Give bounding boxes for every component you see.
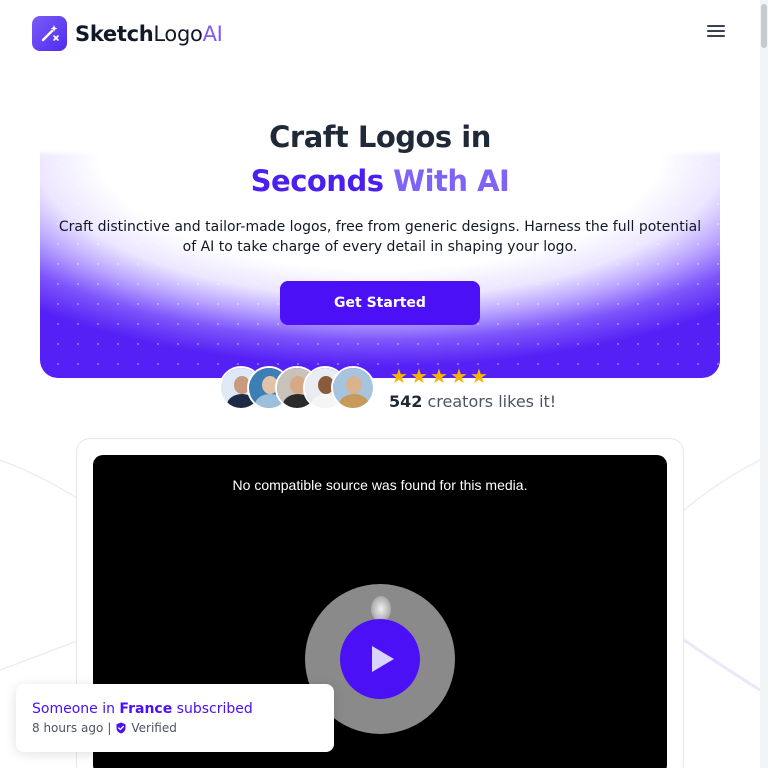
hero-title-with-ai: With AI	[393, 164, 510, 198]
hero-title-line1: Craft Logos in	[269, 120, 491, 154]
star-icon: ★	[470, 364, 488, 388]
play-icon	[372, 646, 394, 672]
toast-country: France	[119, 701, 173, 717]
hamburger-menu-icon[interactable]	[704, 22, 728, 44]
toast-prefix: Someone in	[32, 701, 120, 717]
star-icon: ★	[430, 364, 448, 388]
play-button[interactable]	[340, 619, 420, 699]
brand-name-ai: AI	[202, 21, 223, 46]
toast-verified-label: Verified	[131, 721, 177, 735]
toast-message: Someone in France subscribed	[32, 701, 253, 717]
brand-logo[interactable]: SketchLogoAI	[32, 16, 223, 51]
avatar-body	[339, 394, 369, 408]
creators-label: creators likes it!	[422, 392, 557, 411]
hero-title-seconds: Seconds	[250, 164, 394, 198]
hero-subtitle: Craft distinctive and tailor-made logos,…	[58, 219, 702, 255]
avatar-head	[346, 376, 362, 394]
toast-meta: 8 hours ago | Verified	[32, 721, 177, 735]
brand-name: SketchLogoAI	[75, 22, 223, 46]
get-started-button[interactable]: Get Started	[280, 281, 480, 325]
avatar	[331, 366, 375, 410]
brand-name-bold: Sketch	[75, 21, 154, 46]
toast-separator: |	[107, 721, 112, 735]
toast-suffix: subscribed	[172, 701, 253, 717]
star-icon: ★	[410, 364, 428, 388]
creators-count: 542	[389, 392, 423, 411]
subscription-toast: Someone in France subscribed 8 hours ago…	[16, 684, 334, 752]
scrollbar-thumb[interactable]	[761, 4, 767, 48]
magic-wand-icon	[32, 16, 67, 51]
creators-count-text: 542 creators likes it!	[389, 392, 556, 411]
page-scrollbar[interactable]	[760, 0, 768, 768]
star-icon: ★	[450, 364, 468, 388]
hero-title-line2: Seconds With AI	[0, 164, 760, 198]
brand-name-regular: Logo	[153, 21, 203, 46]
video-error-message: No compatible source was found for this …	[232, 477, 528, 493]
verified-shield-icon	[116, 722, 126, 734]
site-header: SketchLogoAI	[0, 0, 760, 66]
toast-time: 8 hours ago	[32, 721, 104, 735]
rating-stars: ★ ★ ★ ★ ★	[389, 366, 489, 386]
star-icon: ★	[390, 364, 408, 388]
